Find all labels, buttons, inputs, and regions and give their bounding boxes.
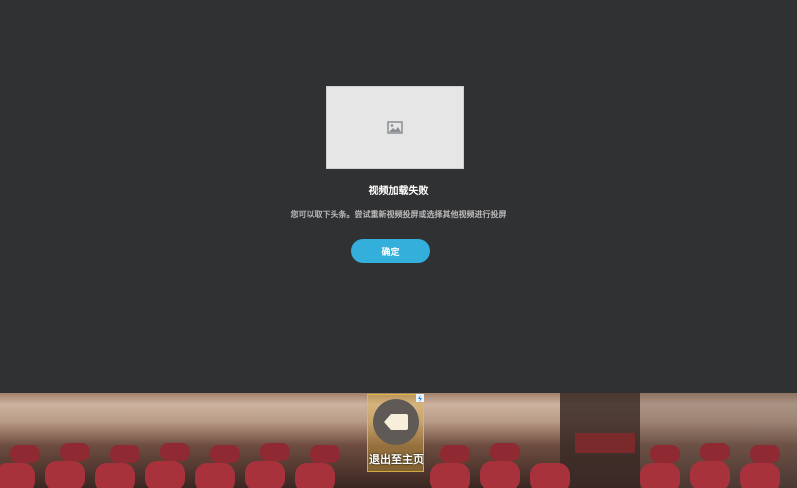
image-placeholder-icon: [387, 121, 403, 134]
exit-to-home-label: 退出至主页: [369, 453, 424, 466]
confirm-button[interactable]: 确定: [351, 239, 430, 263]
lightning-icon: [416, 394, 424, 402]
tag-shape-icon: [384, 414, 408, 430]
error-message: 您可以取下头条。尝试重新视频投屏或选择其他视频进行投屏: [290, 210, 507, 219]
error-title: 视频加载失败: [368, 186, 429, 197]
exit-to-home-button[interactable]: 退出至主页: [367, 394, 424, 472]
exit-icon-circle: [373, 399, 419, 445]
video-thumbnail: [326, 86, 464, 169]
error-dialog: 视频加载失败 您可以取下头条。尝试重新视频投屏或选择其他视频进行投屏 确定: [0, 0, 797, 393]
